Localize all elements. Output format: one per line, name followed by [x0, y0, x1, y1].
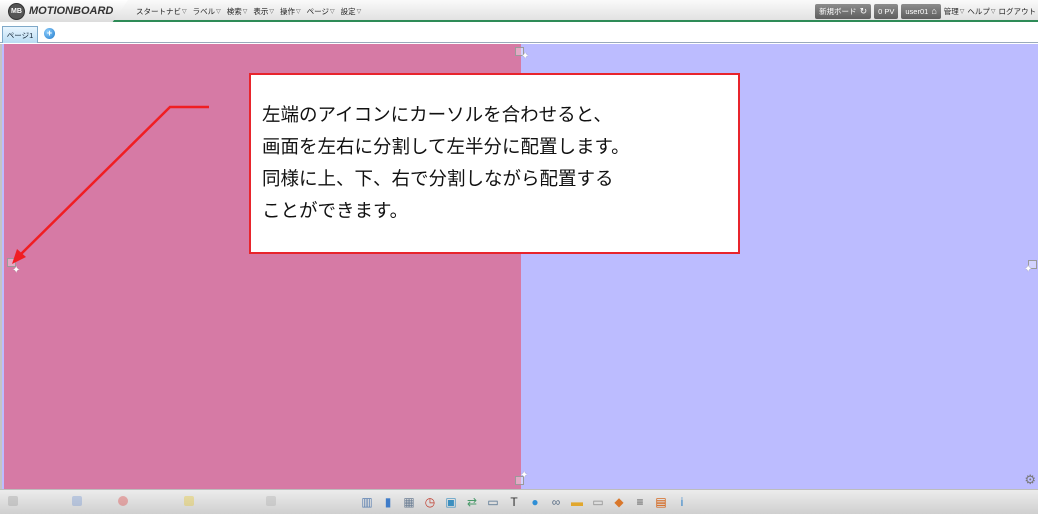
right-split-plus-icon[interactable]: ✦	[1024, 264, 1032, 275]
disabled-tool-5	[266, 496, 276, 506]
admin-label: 管理	[943, 6, 959, 16]
caret-down-icon: ▽	[216, 8, 221, 15]
annotation-callout: 左端のアイコンにカーソルを合わせると、 画面を左右に分割して左半分に配置します。…	[249, 73, 740, 254]
app-logo[interactable]: MB MOTIONBOARD	[0, 0, 128, 22]
menu-start-navi[interactable]: スタートナビ ▽	[136, 6, 187, 17]
menu-label-item[interactable]: ラベル ▽	[193, 6, 221, 17]
caret-down-icon: ▽	[329, 8, 335, 15]
menu-label: 表示	[253, 6, 269, 16]
clock-tool-icon[interactable]: ◷	[421, 493, 439, 511]
callout-line: 画面を左右に分割して左半分に配置します。	[262, 137, 630, 158]
new-board-label: 新規ボード	[819, 6, 857, 16]
caret-down-icon: ▽	[356, 8, 362, 15]
disabled-tool-4	[184, 496, 194, 506]
callout-line: ことができます。	[262, 201, 409, 222]
tab-page-1[interactable]: ページ1	[2, 26, 38, 43]
new-board-button[interactable]: 新規ボード ↻	[815, 3, 872, 19]
bottom-toolbar: ▥ ▮ ▦ ◷ ▣ ⇄ ▭ T ● ∞ ▬ ▭ ◆ ≡ ▤ i	[0, 489, 1038, 514]
caret-down-icon: ▽	[182, 8, 187, 15]
caret-down-icon: ▽	[296, 8, 301, 15]
menu-label: 設定	[340, 6, 356, 16]
caret-down-icon: ▽	[269, 8, 274, 15]
user-name: user01	[905, 6, 929, 16]
layout-tool-icon[interactable]: ▥	[358, 493, 376, 511]
bar-chart-tool-icon[interactable]: ▮	[379, 493, 397, 511]
menu-search[interactable]: 検索 ▽	[227, 6, 248, 17]
main-menu: スタートナビ ▽ ラベル ▽ 検索 ▽ 表示 ▽ 操作 ▽ ページ ▽ 設定 ▽	[136, 0, 361, 22]
caret-down-icon: ▽	[990, 8, 996, 15]
menu-label: ラベル	[192, 6, 216, 16]
callout-line: 左端のアイコンにカーソルを合わせると、	[262, 105, 612, 126]
shapes-tool-icon[interactable]: ◆	[610, 493, 628, 511]
disabled-tool-1	[8, 496, 18, 506]
menu-settings[interactable]: 設定 ▽	[341, 6, 362, 17]
pv-counter: 0 PV	[874, 3, 899, 19]
menu-label: 操作	[280, 6, 295, 16]
admin-menu[interactable]: 管理 ▽	[944, 6, 965, 17]
logout-link[interactable]: ログアウト	[999, 6, 1037, 17]
globe-tool-icon[interactable]: ●	[526, 493, 544, 511]
top-split-plus-icon[interactable]: ✦	[521, 51, 529, 62]
menu-label: ページ	[306, 6, 329, 16]
flow-tool-icon[interactable]: ⇄	[463, 493, 481, 511]
window-tool-icon[interactable]: ▭	[484, 493, 502, 511]
page-tab-bar: ページ1 +	[0, 24, 1038, 43]
logo-text: MOTIONBOARD	[29, 5, 114, 17]
home-icon: ⌂	[931, 6, 937, 16]
top-menubar: MB MOTIONBOARD スタートナビ ▽ ラベル ▽ 検索 ▽ 表示 ▽ 操作 ▽ …	[0, 0, 1038, 22]
calendar-tool-icon[interactable]: ▤	[652, 493, 670, 511]
folder-tool-icon[interactable]: ▬	[568, 493, 586, 511]
image-tool-icon[interactable]: ▣	[442, 493, 460, 511]
callout-line: 同様に上、下、右で分割しながら配置する	[262, 169, 614, 190]
list-tool-icon[interactable]: ≡	[631, 493, 649, 511]
menu-operation[interactable]: 操作 ▽	[280, 6, 301, 17]
disabled-tool-2	[72, 496, 82, 506]
disabled-tool-3	[118, 496, 128, 506]
button-tool-icon[interactable]: ▭	[589, 493, 607, 511]
menu-label: スタートナビ	[136, 6, 181, 16]
add-page-icon[interactable]: +	[44, 28, 55, 39]
caret-down-icon: ▽	[242, 8, 248, 15]
component-palette: ▥ ▮ ▦ ◷ ▣ ⇄ ▭ T ● ∞ ▬ ▭ ◆ ≡ ▤ i	[358, 493, 691, 511]
caret-down-icon: ▽	[959, 8, 965, 15]
menu-label: 検索	[226, 6, 242, 16]
bottom-split-plus-icon[interactable]: ✦	[520, 470, 528, 481]
gear-icon[interactable]: ⚙	[1024, 472, 1036, 488]
menu-page[interactable]: ページ ▽	[307, 6, 335, 17]
table-tool-icon[interactable]: ▦	[400, 493, 418, 511]
user-menu: 新規ボード ↻ 0 PV user01 ⌂ 管理 ▽ ヘルプ ▽ ログアウト	[815, 3, 1036, 19]
menu-view[interactable]: 表示 ▽	[253, 6, 274, 17]
help-label: ヘルプ	[967, 6, 990, 16]
refresh-icon: ↻	[859, 5, 868, 16]
text-tool-icon[interactable]: T	[505, 493, 523, 511]
help-menu[interactable]: ヘルプ ▽	[967, 6, 995, 17]
logo-badge-icon: MB	[8, 2, 25, 20]
link-tool-icon[interactable]: ∞	[547, 493, 565, 511]
info-tool-icon[interactable]: i	[673, 493, 691, 511]
left-split-plus-icon[interactable]: ✦	[12, 265, 20, 276]
user-button[interactable]: user01 ⌂	[901, 3, 941, 19]
